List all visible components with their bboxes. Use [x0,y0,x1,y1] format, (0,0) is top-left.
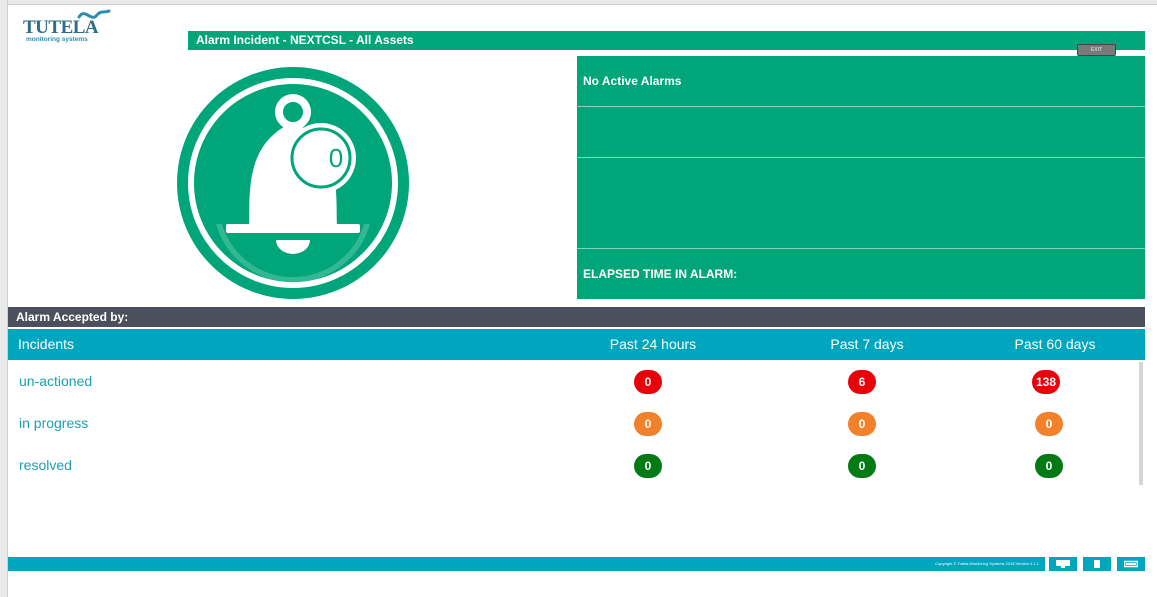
active-alarm-count: 0 [328,143,344,173]
page-title-bar: Alarm Incident - NEXTCSL - All Assets [188,31,1145,50]
incidents-column-header: Incidents [18,336,75,352]
status-row-2 [577,107,1145,158]
document-icon [1094,560,1100,568]
resolved-24h-badge[interactable]: 0 [634,454,662,478]
un-actioned-60d-badge[interactable]: 138 [1032,370,1060,394]
incidents-table-header: Incidents Past 24 hours Past 7 days Past… [8,329,1145,360]
table-row: un-actioned 0 6 138 [8,360,1138,402]
resolved-60d-badge[interactable]: 0 [1035,454,1063,478]
copyright-text: Copyright © Tutela Monitoring Systems 20… [935,561,1039,566]
in-progress-60d-badge[interactable]: 0 [1035,412,1063,436]
elapsed-time-label: ELAPSED TIME IN ALARM: [583,267,738,281]
monitor-icon [1056,560,1070,568]
bell-icon [177,67,409,299]
tutela-logo: TUTELA monitoring systems [21,9,121,43]
window-icon [1124,560,1138,568]
window-top-frame [0,0,1157,5]
logo-wordmark: TUTELA [23,17,99,38]
logo-tagline: monitoring systems [26,36,88,43]
resolved-link[interactable]: resolved [19,444,72,486]
exit-button[interactable]: EXIT [1077,44,1116,56]
footer-bar: Copyright © Tutela Monitoring Systems 20… [8,557,1045,571]
past-7-days-header: Past 7 days [830,336,904,352]
in-progress-24h-badge[interactable]: 0 [634,412,662,436]
un-actioned-24h-badge[interactable]: 0 [634,370,662,394]
window-left-frame [0,0,8,597]
window-button[interactable] [1117,557,1145,571]
alarm-bell-graphic [176,66,410,300]
monitor-button[interactable] [1049,557,1077,571]
in-progress-7d-badge[interactable]: 0 [848,412,876,436]
past-24-hours-header: Past 24 hours [609,336,697,352]
alarm-status-panel: No Active Alarms ELAPSED TIME IN ALARM: [577,56,1145,299]
table-row: in progress 0 0 0 [8,402,1138,444]
table-row: resolved 0 0 0 [8,444,1138,486]
past-60-days-header: Past 60 days [1014,336,1096,352]
incidents-scrollbar[interactable] [1139,362,1143,485]
un-actioned-7d-badge[interactable]: 6 [848,370,876,394]
status-row-3 [577,158,1145,249]
active-alarms-text: No Active Alarms [577,56,1145,107]
resolved-7d-badge[interactable]: 0 [848,454,876,478]
in-progress-link[interactable]: in progress [19,402,88,444]
document-button[interactable] [1083,557,1111,571]
alarm-accepted-by-bar: Alarm Accepted by: [8,307,1145,327]
un-actioned-link[interactable]: un-actioned [19,360,92,402]
